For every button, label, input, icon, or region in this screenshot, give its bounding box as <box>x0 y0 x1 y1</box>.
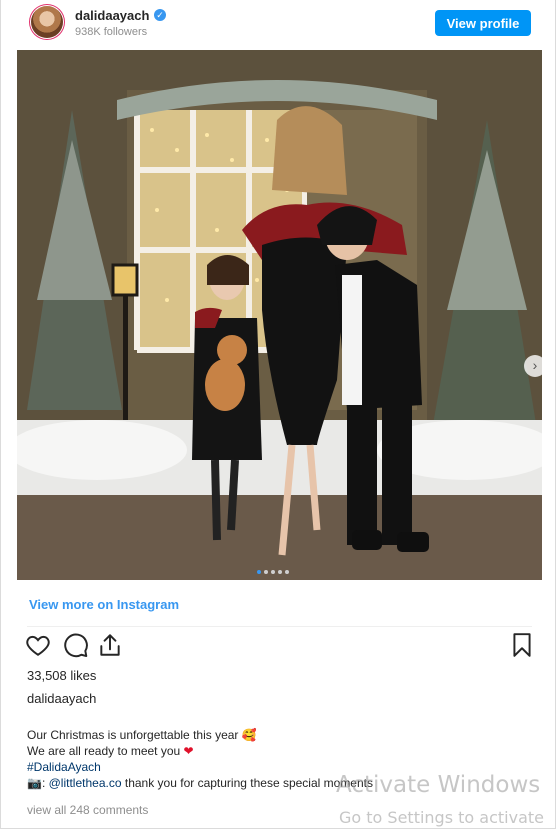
post-photo[interactable]: › <box>17 50 542 580</box>
camera-emoji: 📷: <box>27 776 46 790</box>
caption-owner[interactable]: dalidaayach <box>27 691 96 706</box>
hashtag-link[interactable]: #DalidaAyach <box>27 760 101 774</box>
photo-illustration <box>17 50 542 580</box>
view-profile-button[interactable]: View profile <box>435 10 531 36</box>
follower-count: 938K followers <box>75 26 148 38</box>
view-more-link[interactable]: View more on Instagram <box>29 597 179 612</box>
share-icon[interactable] <box>97 632 123 660</box>
action-bar <box>25 632 535 664</box>
carousel-dot <box>278 570 282 574</box>
caption-line: We are all ready to meet you ❤ <box>27 743 447 759</box>
caption-line: Our Christmas is unforgettable this year… <box>27 727 447 743</box>
heart-icon[interactable] <box>25 632 51 660</box>
red-heart-emoji: ❤ <box>183 744 194 758</box>
carousel-dot <box>285 570 289 574</box>
carousel-dot-active <box>257 570 261 574</box>
like-count[interactable]: 33,508 likes <box>27 668 96 683</box>
post-header: dalidaayach ✓ 938K followers View profil… <box>1 0 557 48</box>
username-link[interactable]: dalidaayach <box>75 8 149 23</box>
avatar[interactable] <box>31 6 63 38</box>
carousel-indicator <box>257 561 292 574</box>
carousel-next-button[interactable]: › <box>524 355 542 377</box>
comment-icon[interactable] <box>63 632 89 660</box>
instagram-embed-card: dalidaayach ✓ 938K followers View profil… <box>0 0 556 829</box>
carousel-dot <box>264 570 268 574</box>
bookmark-icon[interactable] <box>509 632 535 660</box>
smiling-face-emoji: 🥰 <box>241 728 257 742</box>
view-all-comments-link[interactable]: view all 248 comments <box>27 803 148 817</box>
mention-link[interactable]: @littlethea.co <box>49 776 122 790</box>
verified-badge-icon: ✓ <box>154 9 166 21</box>
caption-text: Our Christmas is unforgettable this year <box>27 728 239 742</box>
caption-text: We are all ready to meet you <box>27 744 181 758</box>
carousel-dot <box>271 570 275 574</box>
activate-windows-watermark: Activate Windows <box>336 772 541 798</box>
divider <box>27 626 532 627</box>
activate-windows-subtext: Go to Settings to activate <box>339 808 544 827</box>
